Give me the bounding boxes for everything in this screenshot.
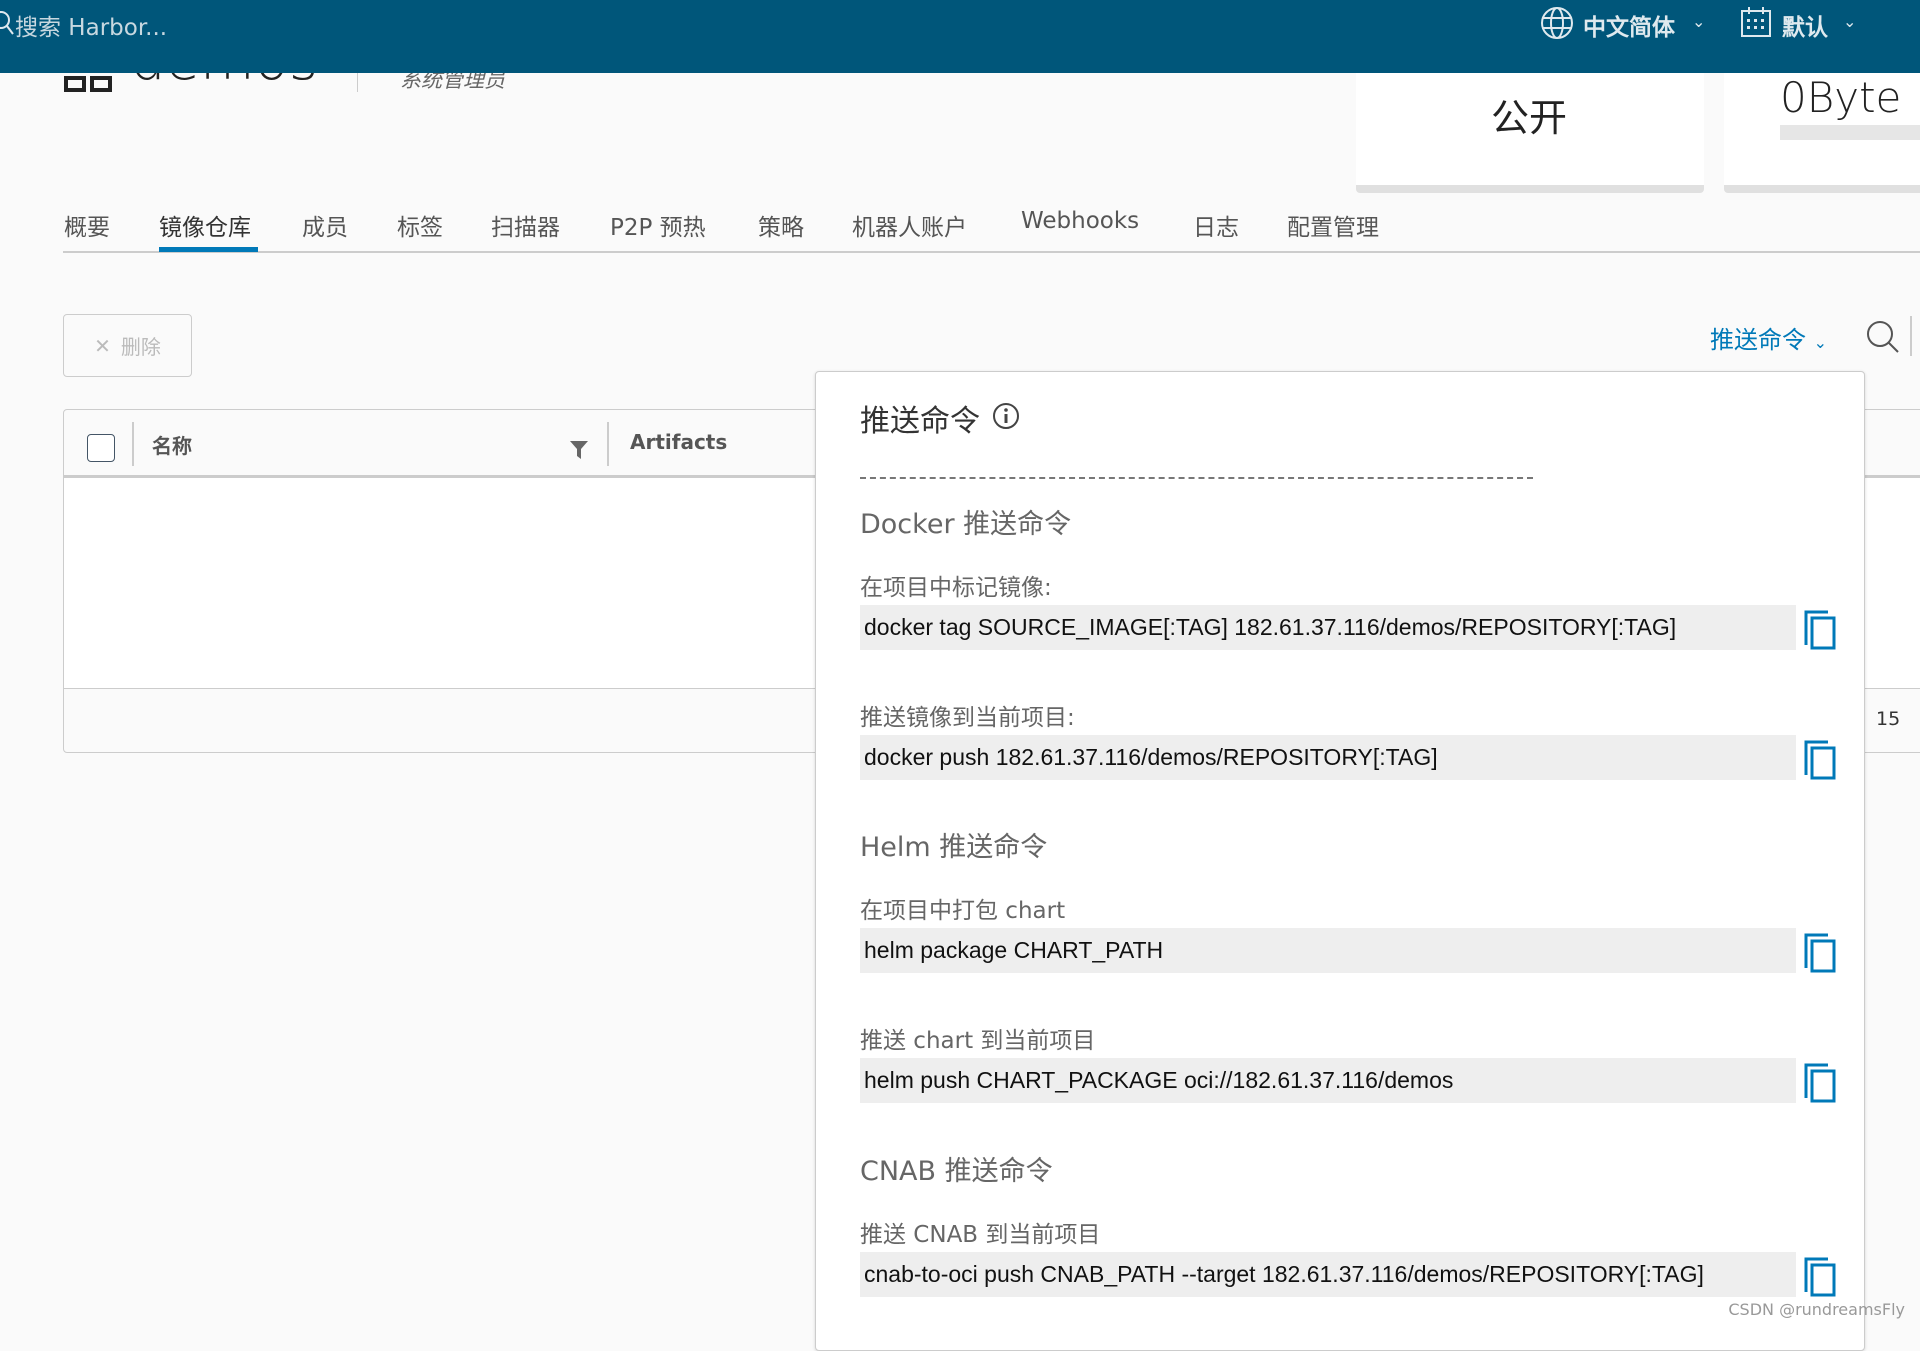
info-icon[interactable]	[992, 402, 1020, 434]
push-command-popup: 推送命令 Docker 推送命令 在项目中标记镜像: docker tag SO…	[815, 371, 1865, 1351]
quota-progress-bar	[1780, 125, 1920, 140]
column-header-artifacts[interactable]: Artifacts	[630, 430, 727, 454]
tab-repositories[interactable]: 镜像仓库	[159, 208, 251, 242]
quota-value: 0Byte	[1780, 73, 1902, 122]
tab-robot-accounts[interactable]: 机器人账户	[852, 208, 967, 242]
filter-icon[interactable]	[569, 440, 589, 464]
popup-title: 推送命令	[860, 404, 980, 439]
globe-icon	[1540, 6, 1574, 44]
access-level-card: 公开	[1356, 73, 1704, 193]
tab-scanner[interactable]: 扫描器	[491, 208, 560, 242]
access-level-value: 公开	[1491, 96, 1568, 140]
docker-tag-command[interactable]: docker tag SOURCE_IMAGE[:TAG] 182.61.37.…	[860, 605, 1796, 650]
theme-selector[interactable]: 默认	[1782, 8, 1828, 42]
command-label: 在项目中打包 chart	[860, 898, 1066, 924]
delete-label: 删除	[120, 335, 161, 359]
top-header: 搜索 Harbor... 中文简体 ⌄ 默认 ⌄	[0, 0, 1920, 73]
tab-logs[interactable]: 日志	[1193, 208, 1239, 242]
quota-card: 0Byte	[1724, 73, 1920, 193]
toolbar-divider	[1910, 316, 1912, 356]
command-label: 推送 CNAB 到当前项目	[860, 1222, 1101, 1248]
chevron-down-icon: ⌄	[1813, 333, 1828, 352]
copy-icon[interactable]	[1803, 1062, 1837, 1104]
close-icon: ✕	[94, 333, 111, 358]
chevron-down-icon: ⌄	[1843, 12, 1857, 31]
tab-configuration[interactable]: 配置管理	[1287, 208, 1379, 242]
chevron-down-icon: ⌄	[1692, 12, 1706, 31]
tab-members[interactable]: 成员	[302, 208, 348, 242]
tab-labels[interactable]: 标签	[397, 208, 443, 242]
tab-p2p-preheat[interactable]: P2P 预热	[610, 208, 706, 242]
column-header-name[interactable]: 名称	[152, 430, 192, 459]
dashed-divider	[860, 477, 1533, 479]
tab-webhooks[interactable]: Webhooks	[1021, 208, 1139, 234]
calendar-icon	[1740, 6, 1772, 42]
global-search-input[interactable]: 搜索 Harbor...	[15, 8, 167, 42]
tab-summary[interactable]: 概要	[64, 208, 110, 242]
helm-section-heading: Helm 推送命令	[860, 832, 1048, 863]
push-command-dropdown[interactable]: 推送命令 ⌄	[1710, 320, 1827, 355]
search-icon[interactable]	[0, 10, 14, 40]
column-divider	[132, 422, 134, 466]
delete-button[interactable]: ✕ 删除	[63, 314, 192, 377]
command-label: 推送 chart 到当前项目	[860, 1028, 1096, 1054]
copy-icon[interactable]	[1803, 739, 1837, 781]
push-command-label: 推送命令	[1710, 326, 1806, 354]
helm-push-command[interactable]: helm push CHART_PACKAGE oci://182.61.37.…	[860, 1058, 1796, 1103]
command-label: 推送镜像到当前项目:	[860, 705, 1075, 731]
page-size-selector[interactable]: 15	[1876, 708, 1900, 730]
copy-icon[interactable]	[1803, 1256, 1837, 1298]
cnab-section-heading: CNAB 推送命令	[860, 1156, 1053, 1187]
active-tab-indicator	[159, 247, 258, 252]
copy-icon[interactable]	[1803, 932, 1837, 974]
tab-policy[interactable]: 策略	[758, 208, 804, 242]
select-all-checkbox[interactable]	[87, 434, 115, 462]
search-icon[interactable]	[1866, 320, 1900, 358]
cnab-push-command[interactable]: cnab-to-oci push CNAB_PATH --target 182.…	[860, 1252, 1796, 1297]
helm-package-command[interactable]: helm package CHART_PATH	[860, 928, 1796, 973]
docker-section-heading: Docker 推送命令	[860, 509, 1072, 540]
language-selector[interactable]: 中文简体	[1583, 8, 1675, 42]
copy-icon[interactable]	[1803, 609, 1837, 651]
column-divider	[607, 422, 609, 466]
tabs-underline	[63, 251, 1920, 253]
docker-push-command[interactable]: docker push 182.61.37.116/demos/REPOSITO…	[860, 735, 1796, 780]
command-label: 在项目中标记镜像:	[860, 575, 1052, 601]
watermark: CSDN @rundreamsFly	[1728, 1300, 1905, 1319]
